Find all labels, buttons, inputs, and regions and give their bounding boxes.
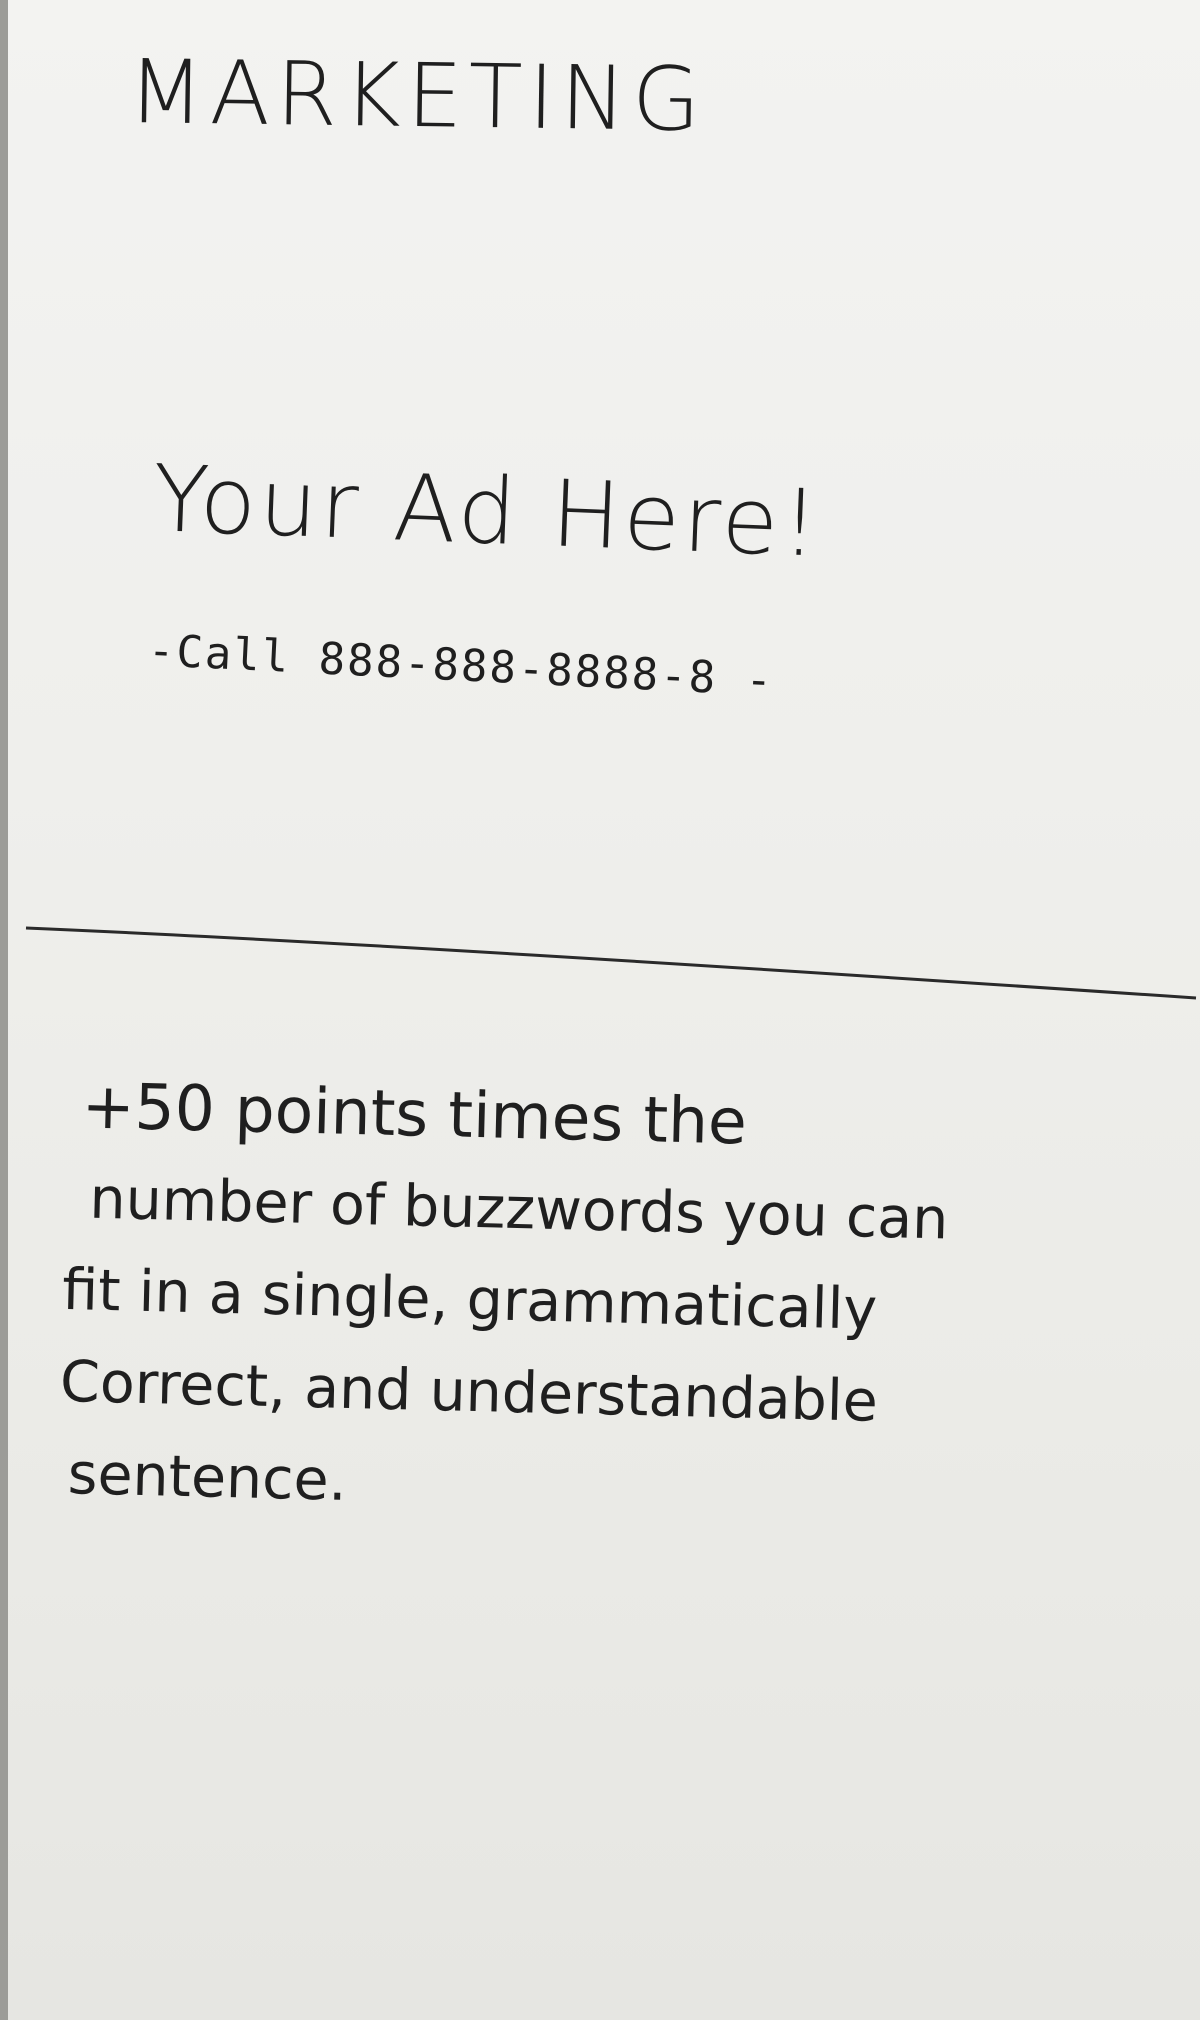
card-title: MARKETING [127,40,707,152]
card-rule-text: +50 points times the number of buzzwords… [57,1060,1148,1546]
ad-call-line: -Call 888-888-8888-8 - [146,625,776,707]
ad-heading: Your Ad Here! [150,445,824,578]
marketing-card: MARKETING Your Ad Here! -Call 888-888-88… [0,0,1200,2020]
